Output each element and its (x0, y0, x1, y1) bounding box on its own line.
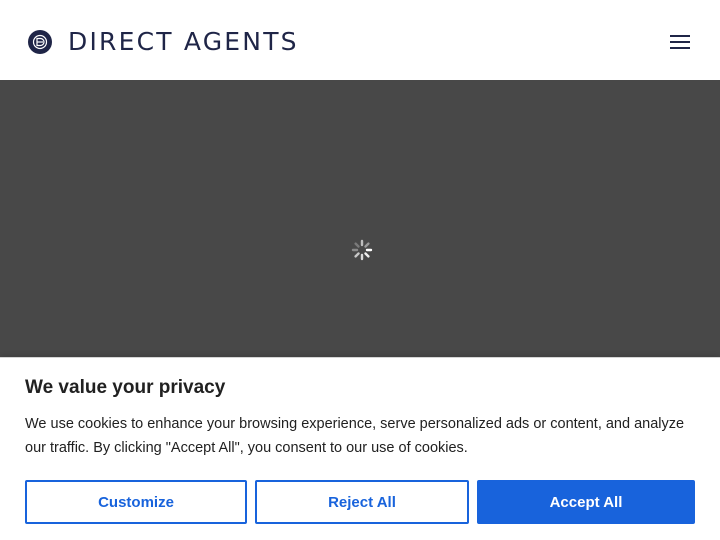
hero-video-area (0, 80, 720, 360)
cookie-consent-banner: We value your privacy We use cookies to … (0, 357, 720, 540)
cookie-description: We use cookies to enhance your browsing … (25, 416, 685, 456)
accept-all-button[interactable]: Accept All (477, 480, 695, 524)
site-header: DIRECT AGENTS (0, 0, 720, 80)
hamburger-menu-icon[interactable] (666, 30, 694, 54)
direct-agents-logo-icon (28, 30, 52, 54)
cookie-title: We value your privacy (25, 377, 226, 398)
reject-all-button[interactable]: Reject All (255, 480, 469, 524)
logo-text: DIRECT AGENTS (68, 27, 299, 56)
customize-button[interactable]: Customize (25, 480, 247, 524)
site-logo[interactable]: DIRECT AGENTS (28, 27, 299, 57)
spinner-icon (351, 239, 373, 261)
